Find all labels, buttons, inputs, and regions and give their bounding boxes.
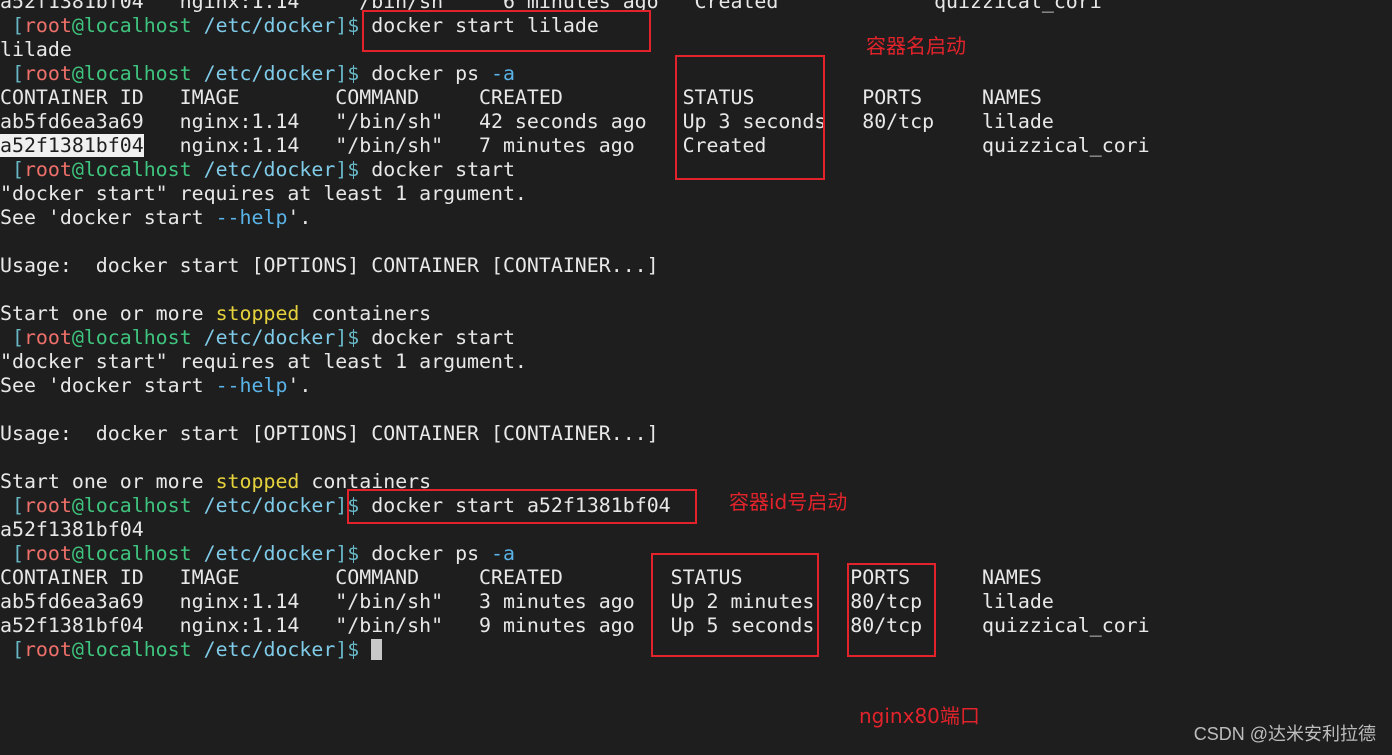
shell-prompt: [root@localhost /etc/docker]$ bbox=[0, 638, 371, 661]
prompt-user: root bbox=[23, 542, 72, 565]
text-cursor[interactable] bbox=[371, 639, 383, 660]
annotation-id-start: 容器id号启动 bbox=[729, 490, 848, 514]
prompt-path: /etc/docker bbox=[191, 494, 336, 517]
prompt-user: root bbox=[23, 638, 72, 661]
terminal-line: Usage: docker start [OPTIONS] CONTAINER … bbox=[0, 254, 659, 278]
prompt-host: @localhost bbox=[71, 542, 192, 565]
terminal-line: [root@localhost /etc/docker]$ docker sta… bbox=[0, 158, 515, 182]
output-text: docker ps bbox=[371, 542, 492, 565]
prompt-bracket: ]$ bbox=[335, 638, 372, 661]
terminal-line: [root@localhost /etc/docker]$ docker ps … bbox=[0, 542, 515, 566]
terminal-line: See 'docker start --help'. bbox=[0, 206, 311, 230]
output-text: Start one or more bbox=[0, 470, 216, 493]
prompt-bracket: [ bbox=[0, 542, 24, 565]
terminal-line: a52f1381bf04 nginx:1.14 "/bin/sh" 9 minu… bbox=[0, 614, 1150, 638]
prompt-bracket: [ bbox=[0, 326, 24, 349]
annotation-name-start: 容器名启动 bbox=[866, 34, 966, 58]
prompt-path: /etc/docker bbox=[191, 326, 336, 349]
output-text: docker start bbox=[371, 326, 515, 349]
prompt-bracket: [ bbox=[0, 494, 24, 517]
prompt-host: @localhost bbox=[71, 14, 192, 37]
prompt-host: @localhost bbox=[71, 62, 192, 85]
prompt-bracket: [ bbox=[0, 62, 24, 85]
output-text: Usage: docker start [OPTIONS] CONTAINER … bbox=[0, 422, 659, 445]
output-text: Start one or more bbox=[0, 302, 216, 325]
output-text: -a bbox=[491, 542, 515, 565]
prompt-host: @localhost bbox=[71, 326, 192, 349]
shell-prompt: [root@localhost /etc/docker]$ bbox=[0, 14, 371, 37]
prompt-path: /etc/docker bbox=[191, 542, 336, 565]
terminal-line: "docker start" requires at least 1 argum… bbox=[0, 182, 527, 206]
prompt-path: /etc/docker bbox=[191, 62, 336, 85]
prompt-user: root bbox=[23, 326, 72, 349]
output-text: containers bbox=[299, 302, 432, 325]
highlight-box-status-2 bbox=[651, 553, 819, 657]
prompt-host: @localhost bbox=[71, 494, 192, 517]
output-text: "docker start" requires at least 1 argum… bbox=[0, 350, 527, 373]
prompt-bracket: [ bbox=[0, 14, 24, 37]
shell-prompt: [root@localhost /etc/docker]$ bbox=[0, 542, 371, 565]
output-text: stopped bbox=[215, 470, 300, 493]
watermark: CSDN @达米安利拉德 bbox=[1193, 724, 1376, 744]
output-text: lilade bbox=[0, 38, 72, 61]
terminal-line: Start one or more stopped containers bbox=[0, 302, 431, 326]
prompt-path: /etc/docker bbox=[191, 14, 336, 37]
output-text: a52f1381bf04 nginx:1.14 "/bin/sh" 9 minu… bbox=[0, 614, 1150, 637]
highlight-box-ports bbox=[847, 563, 936, 657]
output-text: -a bbox=[491, 62, 515, 85]
output-text: '. bbox=[287, 374, 312, 397]
output-text: a52f1381bf04 bbox=[0, 518, 144, 541]
terminal-line: a52f1381bf04 bbox=[0, 518, 144, 542]
terminal-line: [root@localhost /etc/docker]$ docker ps … bbox=[0, 62, 515, 86]
prompt-path: /etc/docker bbox=[191, 158, 336, 181]
annotation-port: nginx80端口 bbox=[859, 704, 980, 728]
prompt-host: @localhost bbox=[71, 158, 192, 181]
output-text: --help bbox=[215, 374, 288, 397]
output-text: See 'docker start bbox=[0, 374, 216, 397]
terminal-line: CONTAINER ID IMAGE COMMAND CREATED STATU… bbox=[0, 86, 1042, 110]
shell-prompt: [root@localhost /etc/docker]$ bbox=[0, 62, 371, 85]
prompt-user: root bbox=[23, 62, 72, 85]
shell-prompt: [root@localhost /etc/docker]$ bbox=[0, 326, 371, 349]
prompt-bracket: ]$ bbox=[335, 542, 372, 565]
prompt-path: /etc/docker bbox=[191, 638, 336, 661]
prompt-host: @localhost bbox=[71, 638, 192, 661]
shell-prompt: [root@localhost /etc/docker]$ bbox=[0, 494, 371, 517]
prompt-bracket: [ bbox=[0, 158, 24, 181]
terminal-line: [root@localhost /etc/docker]$ docker sta… bbox=[0, 326, 515, 350]
shell-prompt: [root@localhost /etc/docker]$ bbox=[0, 158, 371, 181]
output-text: --help bbox=[215, 206, 288, 229]
terminal-line: a52f1381bf04 nginx:1.14 "/bin/sh" 7 minu… bbox=[0, 134, 1150, 158]
output-text: Usage: docker start [OPTIONS] CONTAINER … bbox=[0, 254, 659, 277]
highlight-box-start-by-name bbox=[362, 10, 651, 52]
prompt-bracket: [ bbox=[0, 638, 24, 661]
highlight-box-start-by-id bbox=[347, 489, 697, 524]
prompt-user: root bbox=[23, 494, 72, 517]
prompt-user: root bbox=[23, 14, 72, 37]
output-text: ab5fd6ea3a69 nginx:1.14 "/bin/sh" 42 sec… bbox=[0, 110, 1054, 133]
terminal-line: "docker start" requires at least 1 argum… bbox=[0, 350, 527, 374]
output-text: CONTAINER ID IMAGE COMMAND CREATED STATU… bbox=[0, 86, 1042, 109]
prompt-user: root bbox=[23, 158, 72, 181]
output-text: '. bbox=[287, 206, 312, 229]
terminal-line: See 'docker start --help'. bbox=[0, 374, 311, 398]
output-text: docker start bbox=[371, 158, 515, 181]
prompt-bracket: ]$ bbox=[335, 62, 372, 85]
terminal-line: Usage: docker start [OPTIONS] CONTAINER … bbox=[0, 422, 659, 446]
terminal-line: [root@localhost /etc/docker]$ bbox=[0, 638, 383, 662]
highlight-box-status-1 bbox=[675, 55, 825, 180]
prompt-bracket: ]$ bbox=[335, 158, 372, 181]
terminal-line: lilade bbox=[0, 38, 72, 62]
prompt-bracket: ]$ bbox=[335, 326, 372, 349]
terminal-line: ab5fd6ea3a69 nginx:1.14 "/bin/sh" 42 sec… bbox=[0, 110, 1054, 134]
output-text: stopped bbox=[215, 302, 300, 325]
output-text: "docker start" requires at least 1 argum… bbox=[0, 182, 527, 205]
output-text: nginx:1.14 "/bin/sh" 7 minutes ago Creat… bbox=[143, 134, 1150, 157]
output-text: See 'docker start bbox=[0, 206, 216, 229]
selected-text: a52f1381bf04 bbox=[0, 134, 144, 157]
output-text: docker ps bbox=[371, 62, 492, 85]
